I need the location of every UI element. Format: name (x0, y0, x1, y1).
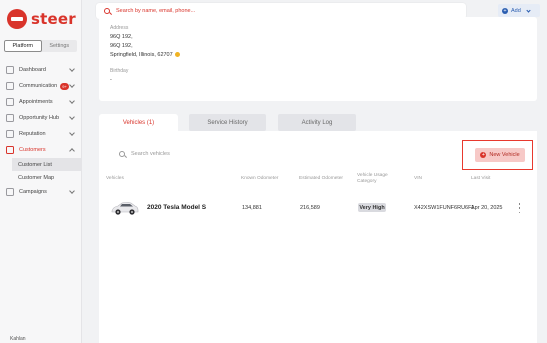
usage-category-badge: Very High (358, 203, 386, 212)
estimated-odometer-value: 216,589 (300, 205, 320, 211)
column-header-vin: VIN (414, 176, 422, 181)
vehicle-thumbnail (111, 202, 139, 215)
chevron-down-icon (69, 130, 75, 136)
vehicle-search-input[interactable]: Search vehicles (119, 151, 170, 157)
brand-logo[interactable]: steer (7, 9, 76, 29)
tab-service-history[interactable]: Service History (189, 114, 266, 131)
building-icon (6, 130, 14, 138)
sidebar-item-campaigns[interactable]: Campaigns (0, 184, 82, 200)
sidebar: steer Platform Settings Dashboard Commun… (0, 0, 82, 343)
sidebar-item-appointments[interactable]: Appointments (0, 94, 82, 110)
sidebar-subitem-customer-list[interactable]: Customer List (12, 158, 82, 171)
sidebar-nav: Dashboard Communication 9+ Appointments … (0, 62, 82, 200)
chevron-down-icon (526, 8, 531, 13)
chevron-down-icon (69, 66, 75, 72)
verified-icon (174, 52, 180, 58)
vehicles-panel: Search vehicles + New Vehicle Vehicles K… (99, 131, 537, 343)
address-line-3-text: Springfield, Illinois, 62707 (110, 52, 173, 58)
calendar-icon (6, 98, 14, 106)
sidebar-item-dashboard[interactable]: Dashboard (0, 62, 82, 78)
sidebar-item-label: Reputation (19, 131, 46, 137)
global-search-placeholder: Search by name, email, phone... (116, 8, 196, 14)
address-line-3: Springfield, Illinois, 62707 (110, 52, 180, 58)
birthday-label: Birthday (110, 68, 129, 74)
sidebar-item-label: Communication (19, 83, 58, 89)
new-vehicle-label: New Vehicle (489, 152, 520, 158)
vehicle-name[interactable]: 2020 Tesla Model S (147, 204, 206, 211)
sidebar-item-label: Appointments (19, 99, 53, 105)
sidebar-user[interactable]: Kahlan (10, 336, 26, 342)
sidebar-item-label: Opportunity Hub (19, 115, 60, 121)
sidebar-item-label: Customers (19, 147, 46, 153)
lightbulb-icon (6, 114, 14, 122)
chat-icon (6, 82, 14, 90)
column-header-usage-category: Vehicle Usage Category (357, 173, 388, 184)
unread-badge: 9+ (60, 82, 69, 90)
address-line-2: 96Q 192, (110, 43, 133, 49)
plus-icon: + (480, 152, 487, 158)
sidebar-item-customers[interactable]: Customers (0, 142, 82, 158)
tab-activity-log[interactable]: Activity Log (278, 114, 356, 131)
customer-info-card: Address 96Q 192, 96Q 192, Springfield, I… (99, 17, 537, 101)
column-header-known-odometer: Known Odometer (241, 176, 279, 181)
chevron-down-icon (69, 98, 75, 104)
last-visit-value: Apr 20, 2025 (471, 205, 503, 211)
column-header-estimated-odometer: Estimated Odometer (299, 176, 343, 181)
search-icon (104, 8, 110, 14)
new-vehicle-button[interactable]: + New Vehicle (475, 148, 525, 162)
segment-settings[interactable]: Settings (41, 40, 77, 52)
add-button[interactable]: + Add (498, 4, 540, 17)
search-icon (119, 151, 125, 157)
segment-platform[interactable]: Platform (4, 40, 42, 52)
sidebar-item-opportunity-hub[interactable]: Opportunity Hub (0, 110, 82, 126)
chevron-up-icon (69, 148, 75, 154)
address-line-1: 96Q 192, (110, 34, 133, 40)
vin-value: X42XSW1FUNF6RU6FL (414, 205, 475, 211)
sidebar-item-reputation[interactable]: Reputation (0, 126, 82, 142)
sidebar-item-label: Campaigns (19, 189, 47, 195)
platform-settings-toggle: Platform Settings (4, 40, 77, 52)
plus-icon: + (502, 7, 508, 14)
chevron-down-icon (69, 114, 75, 120)
known-odometer-value: 134,881 (242, 205, 262, 211)
megaphone-icon (6, 188, 14, 196)
tab-vehicles[interactable]: Vehicles (1) (99, 114, 178, 131)
sidebar-item-communication[interactable]: Communication 9+ (0, 78, 82, 94)
column-header-last-visit: Last Visit (471, 176, 491, 181)
address-label: Address (110, 25, 129, 31)
vehicle-search-placeholder: Search vehicles (131, 151, 170, 157)
add-button-label: Add (511, 7, 521, 14)
more-options-icon[interactable] (518, 203, 521, 213)
sidebar-item-label: Dashboard (19, 67, 46, 73)
column-header-vehicles: Vehicles (106, 176, 124, 181)
birthday-value: - (110, 77, 112, 83)
steer-logo-icon (7, 9, 27, 29)
chevron-down-icon (69, 188, 75, 194)
customers-icon (6, 146, 14, 154)
brand-name: steer (31, 10, 76, 28)
chevron-down-icon (69, 82, 75, 88)
sidebar-subitem-customer-map[interactable]: Customer Map (0, 171, 82, 184)
dashboard-icon (6, 66, 14, 74)
